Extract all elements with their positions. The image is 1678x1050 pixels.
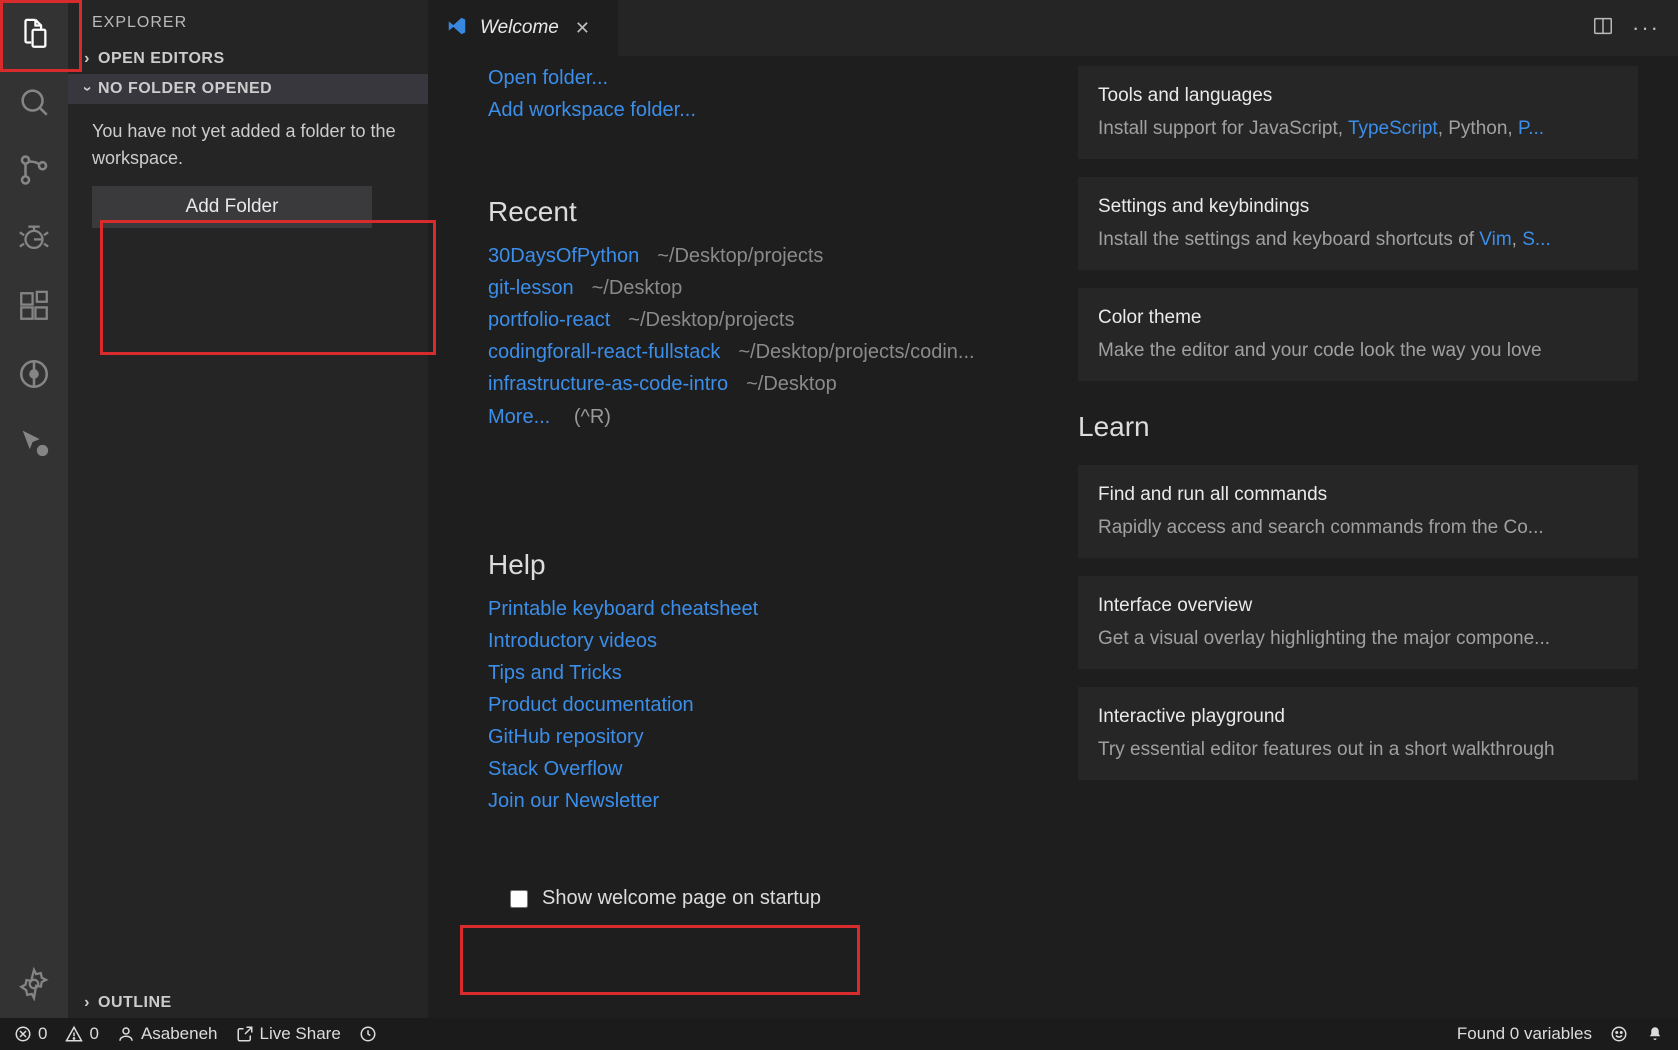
no-folder-label: NO FOLDER OPENED [98, 80, 272, 98]
status-bar: 0 0 Asabeneh Live Share Found 0 variable… [0, 1018, 1678, 1050]
open-folder-link[interactable]: Open folder... [488, 67, 608, 89]
card-title: Find and run all commands [1098, 481, 1618, 510]
add-folder-button[interactable]: Add Folder [92, 186, 372, 228]
recent-shortcut: (^R) [574, 406, 611, 428]
card-color-theme[interactable]: Color theme Make the editor and your cod… [1078, 288, 1638, 381]
typescript-link[interactable]: TypeScript [1348, 118, 1438, 139]
tab-bar: Welcome ✕ ··· [428, 0, 1678, 56]
search-icon[interactable] [0, 68, 68, 136]
card-tools[interactable]: Tools and languages Install support for … [1078, 66, 1638, 159]
card-title: Interactive playground [1098, 703, 1618, 732]
card-sub: Try essential editor features out in a s… [1098, 736, 1618, 765]
card-title: Settings and keybindings [1098, 193, 1618, 222]
chevron-down-icon: › [78, 80, 96, 98]
status-warnings[interactable]: 0 [65, 1024, 98, 1044]
card-title: Color theme [1098, 304, 1618, 333]
show-welcome-checkbox-row[interactable]: Show welcome page on startup [488, 877, 843, 920]
chevron-right-icon: › [78, 50, 96, 68]
help-link[interactable]: Stack Overflow [488, 758, 622, 780]
card-sub: Rapidly access and search commands from … [1098, 514, 1618, 543]
recent-list: 30DaysOfPython ~/Desktop/projects git-les… [488, 240, 1018, 400]
recent-item[interactable]: 30DaysOfPython [488, 245, 639, 267]
gitlens-icon[interactable] [0, 340, 68, 408]
status-live-share[interactable]: Live Share [236, 1024, 341, 1044]
chevron-right-icon: › [78, 994, 96, 1012]
recent-path: ~/Desktop/projects [657, 245, 823, 267]
open-editors-label: OPEN EDITORS [98, 50, 225, 68]
recent-item[interactable]: portfolio-react [488, 309, 610, 331]
more-langs-link[interactable]: P... [1518, 118, 1544, 139]
recent-more-link[interactable]: More... [488, 406, 550, 428]
show-welcome-checkbox[interactable] [510, 890, 528, 908]
vim-link[interactable]: Vim [1479, 229, 1511, 250]
open-editors-header[interactable]: › OPEN EDITORS [68, 44, 428, 74]
no-folder-header[interactable]: › NO FOLDER OPENED [68, 74, 428, 104]
card-interface-overview[interactable]: Interface overview Get a visual overlay … [1078, 576, 1638, 669]
tab-welcome[interactable]: Welcome ✕ [428, 0, 618, 56]
status-variables[interactable]: Found 0 variables [1457, 1024, 1592, 1044]
status-bell-icon[interactable] [1646, 1025, 1664, 1043]
status-feedback-icon[interactable] [1610, 1025, 1628, 1043]
outline-label: OUTLINE [98, 994, 172, 1012]
card-interactive-playground[interactable]: Interactive playground Try essential edi… [1078, 687, 1638, 780]
card-sub: Get a visual overlay highlighting the ma… [1098, 625, 1618, 654]
recent-item[interactable]: infrastructure-as-code-intro [488, 373, 728, 395]
help-link[interactable]: Printable keyboard cheatsheet [488, 598, 758, 620]
explorer-sidebar: EXPLORER › OPEN EDITORS › NO FOLDER OPEN… [68, 0, 428, 1018]
recent-path: ~/Desktop [746, 373, 837, 395]
source-control-icon[interactable] [0, 136, 68, 204]
add-workspace-link[interactable]: Add workspace folder... [488, 99, 696, 121]
card-find-commands[interactable]: Find and run all commands Rapidly access… [1078, 465, 1638, 558]
no-folder-message: You have not yet added a folder to the w… [92, 118, 408, 172]
recent-item[interactable]: git-lesson [488, 277, 574, 299]
split-editor-icon[interactable] [1592, 15, 1614, 42]
help-link[interactable]: Tips and Tricks [488, 662, 622, 684]
card-sub: Install the settings and keyboard shortc… [1098, 226, 1618, 255]
more-keymap-link[interactable]: S... [1522, 229, 1551, 250]
tab-label: Welcome [480, 17, 559, 39]
status-history-icon[interactable] [359, 1025, 377, 1043]
explorer-icon[interactable] [0, 0, 68, 68]
no-folder-body: You have not yet added a folder to the w… [68, 104, 428, 252]
debug-icon[interactable] [0, 204, 68, 272]
help-link[interactable]: Join our Newsletter [488, 790, 659, 812]
help-link[interactable]: GitHub repository [488, 726, 644, 748]
card-title: Tools and languages [1098, 82, 1618, 111]
help-link[interactable]: Product documentation [488, 694, 694, 716]
recent-path: ~/Desktop/projects/codin... [738, 341, 974, 363]
more-icon[interactable]: ··· [1632, 15, 1660, 41]
vscode-icon [446, 15, 468, 42]
settings-gear-icon[interactable] [0, 950, 68, 1018]
editor-area: Welcome ✕ ··· Open folder... Add workspa… [428, 0, 1678, 1018]
activity-bar [0, 0, 68, 1018]
recent-path: ~/Desktop [592, 277, 683, 299]
recent-heading: Recent [488, 196, 1018, 228]
welcome-page: Open folder... Add workspace folder... R… [428, 56, 1678, 1018]
card-sub: Install support for JavaScript, TypeScri… [1098, 115, 1618, 144]
card-title: Interface overview [1098, 592, 1618, 621]
card-sub: Make the editor and your code look the w… [1098, 337, 1618, 366]
recent-path: ~/Desktop/projects [628, 309, 794, 331]
recent-item[interactable]: codingforall-react-fullstack [488, 341, 720, 363]
show-welcome-label: Show welcome page on startup [542, 887, 821, 910]
status-user[interactable]: Asabeneh [117, 1024, 218, 1044]
learn-heading: Learn [1078, 411, 1638, 443]
help-list: Printable keyboard cheatsheet Introducto… [488, 593, 1018, 817]
live-share-icon[interactable] [0, 408, 68, 476]
status-errors[interactable]: 0 [14, 1024, 47, 1044]
help-heading: Help [488, 549, 1018, 581]
card-settings[interactable]: Settings and keybindings Install the set… [1078, 177, 1638, 270]
outline-header[interactable]: › OUTLINE [68, 988, 428, 1018]
sidebar-title: EXPLORER [68, 0, 428, 44]
help-link[interactable]: Introductory videos [488, 630, 657, 652]
close-icon[interactable]: ✕ [571, 18, 594, 39]
extensions-icon[interactable] [0, 272, 68, 340]
